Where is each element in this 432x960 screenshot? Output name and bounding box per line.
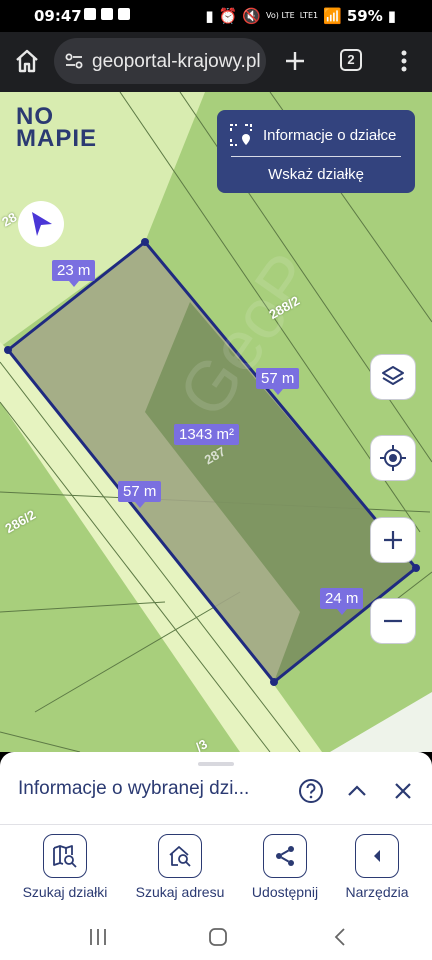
- zoom-in-button[interactable]: [370, 517, 416, 563]
- battery-saver-icon: ▮: [205, 7, 214, 25]
- sheet-title: Informacje o wybranej dzi...: [18, 778, 250, 799]
- tools-button[interactable]: [355, 834, 399, 878]
- system-icons: ▮ ⏰ 🔇 Vo) LTE LTE1 📶 59% ▮: [205, 7, 396, 25]
- sheet-drag-handle[interactable]: [198, 762, 234, 766]
- panel-divider: [231, 156, 401, 157]
- search-address-button[interactable]: [158, 834, 202, 878]
- gps-icon: [380, 445, 406, 471]
- chevron-up-icon: [348, 785, 366, 796]
- dropbox-icon: [101, 8, 113, 20]
- compass-button[interactable]: [18, 201, 64, 247]
- action-label: Szukaj działki: [22, 884, 108, 900]
- url-text: geoportal-krajowy.pl: [92, 51, 261, 72]
- status-time: 09:47: [34, 7, 82, 25]
- recents-icon: [90, 929, 106, 945]
- action-label: Narzędzia: [345, 884, 409, 900]
- network-label-bottom: LTE1: [299, 11, 319, 20]
- parcel-info-panel: Informacje o działce Wskaż działkę: [217, 110, 415, 193]
- plus-icon: [384, 531, 402, 549]
- alarm-icon: ⏰: [218, 7, 238, 25]
- close-icon: [395, 783, 411, 799]
- bottom-sheet: Informacje o wybranej dzi... Szukaj dzia…: [0, 752, 432, 920]
- parcel-info-label: Informacje o działce: [263, 126, 397, 144]
- browser-toolbar: geoportal-krajowy.pl 2: [0, 32, 432, 92]
- nomapie-logo: NO MAPIE: [16, 105, 98, 152]
- navigation-arrow-icon: [32, 212, 52, 236]
- home-nav-button[interactable]: [207, 926, 229, 953]
- more-menu-icon[interactable]: [392, 46, 416, 76]
- folder-icon: [118, 8, 130, 20]
- search-parcel-button[interactable]: [43, 834, 87, 878]
- home-icon[interactable]: [12, 46, 42, 76]
- search-parcel-action[interactable]: Szukaj działki: [10, 834, 120, 900]
- measure-area: 1343 m²: [174, 424, 240, 445]
- site-settings-icon[interactable]: [64, 51, 84, 71]
- close-button[interactable]: [388, 776, 418, 806]
- notification-icons: [84, 8, 130, 20]
- network-label-top: Vo) LTE: [266, 11, 295, 20]
- white-area: [330, 692, 432, 752]
- tools-action[interactable]: Narzędzia: [322, 834, 432, 900]
- chevron-left-icon: [374, 850, 380, 862]
- share-button[interactable]: [263, 834, 307, 878]
- help-icon: [299, 779, 323, 803]
- locate-me-button[interactable]: [370, 435, 416, 481]
- measure-bottom-edge: 24 m: [320, 588, 364, 615]
- battery-icon: ▮: [387, 7, 396, 25]
- minus-icon: [384, 619, 402, 623]
- home-nav-icon: [209, 928, 227, 946]
- new-tab-icon[interactable]: [280, 46, 310, 76]
- expand-button[interactable]: [342, 776, 372, 806]
- gallery-icon: [84, 8, 96, 20]
- layers-icon: [382, 366, 404, 385]
- recent-apps-button[interactable]: [88, 926, 108, 953]
- battery-level: 59%: [346, 7, 383, 25]
- map-search-icon: [53, 845, 77, 868]
- home-search-icon: [169, 846, 191, 867]
- mute-icon: 🔇: [242, 7, 262, 25]
- help-button[interactable]: [296, 776, 326, 806]
- sheet-header-actions: [296, 776, 418, 806]
- select-area-icon: [230, 124, 252, 146]
- select-parcel-button[interactable]: Wskaż działkę: [217, 166, 415, 183]
- share-icon: [276, 846, 294, 866]
- measure-left-edge: 57 m: [118, 481, 162, 508]
- tab-switcher-button[interactable]: 2: [340, 49, 362, 71]
- action-label: Szukaj adresu: [135, 884, 225, 900]
- zoom-out-button[interactable]: [370, 598, 416, 644]
- action-bar: Szukaj działki Szukaj adresu Udostępnij: [0, 834, 432, 904]
- sheet-divider: [0, 824, 432, 825]
- signal-icon: 📶: [323, 7, 342, 25]
- address-bar[interactable]: geoportal-krajowy.pl: [54, 38, 266, 84]
- measure-right-edge: 57 m: [256, 368, 300, 395]
- logo-bottom: MAPIE: [16, 125, 98, 152]
- measure-top-edge: 23 m: [52, 260, 96, 287]
- android-nav-bar: [0, 920, 432, 960]
- parcel-info-button[interactable]: Informacje o działce: [229, 122, 409, 148]
- status-bar: 09:47 ▮ ⏰ 🔇 Vo) LTE LTE1 📶 59% ▮: [0, 0, 432, 32]
- back-button[interactable]: [330, 926, 350, 953]
- map-view[interactable]: GeoP NO MAPIE Informacje o działce Wskaż…: [0, 92, 432, 752]
- layers-button[interactable]: [370, 354, 416, 400]
- search-address-action[interactable]: Szukaj adresu: [125, 834, 235, 900]
- back-icon: [334, 928, 345, 946]
